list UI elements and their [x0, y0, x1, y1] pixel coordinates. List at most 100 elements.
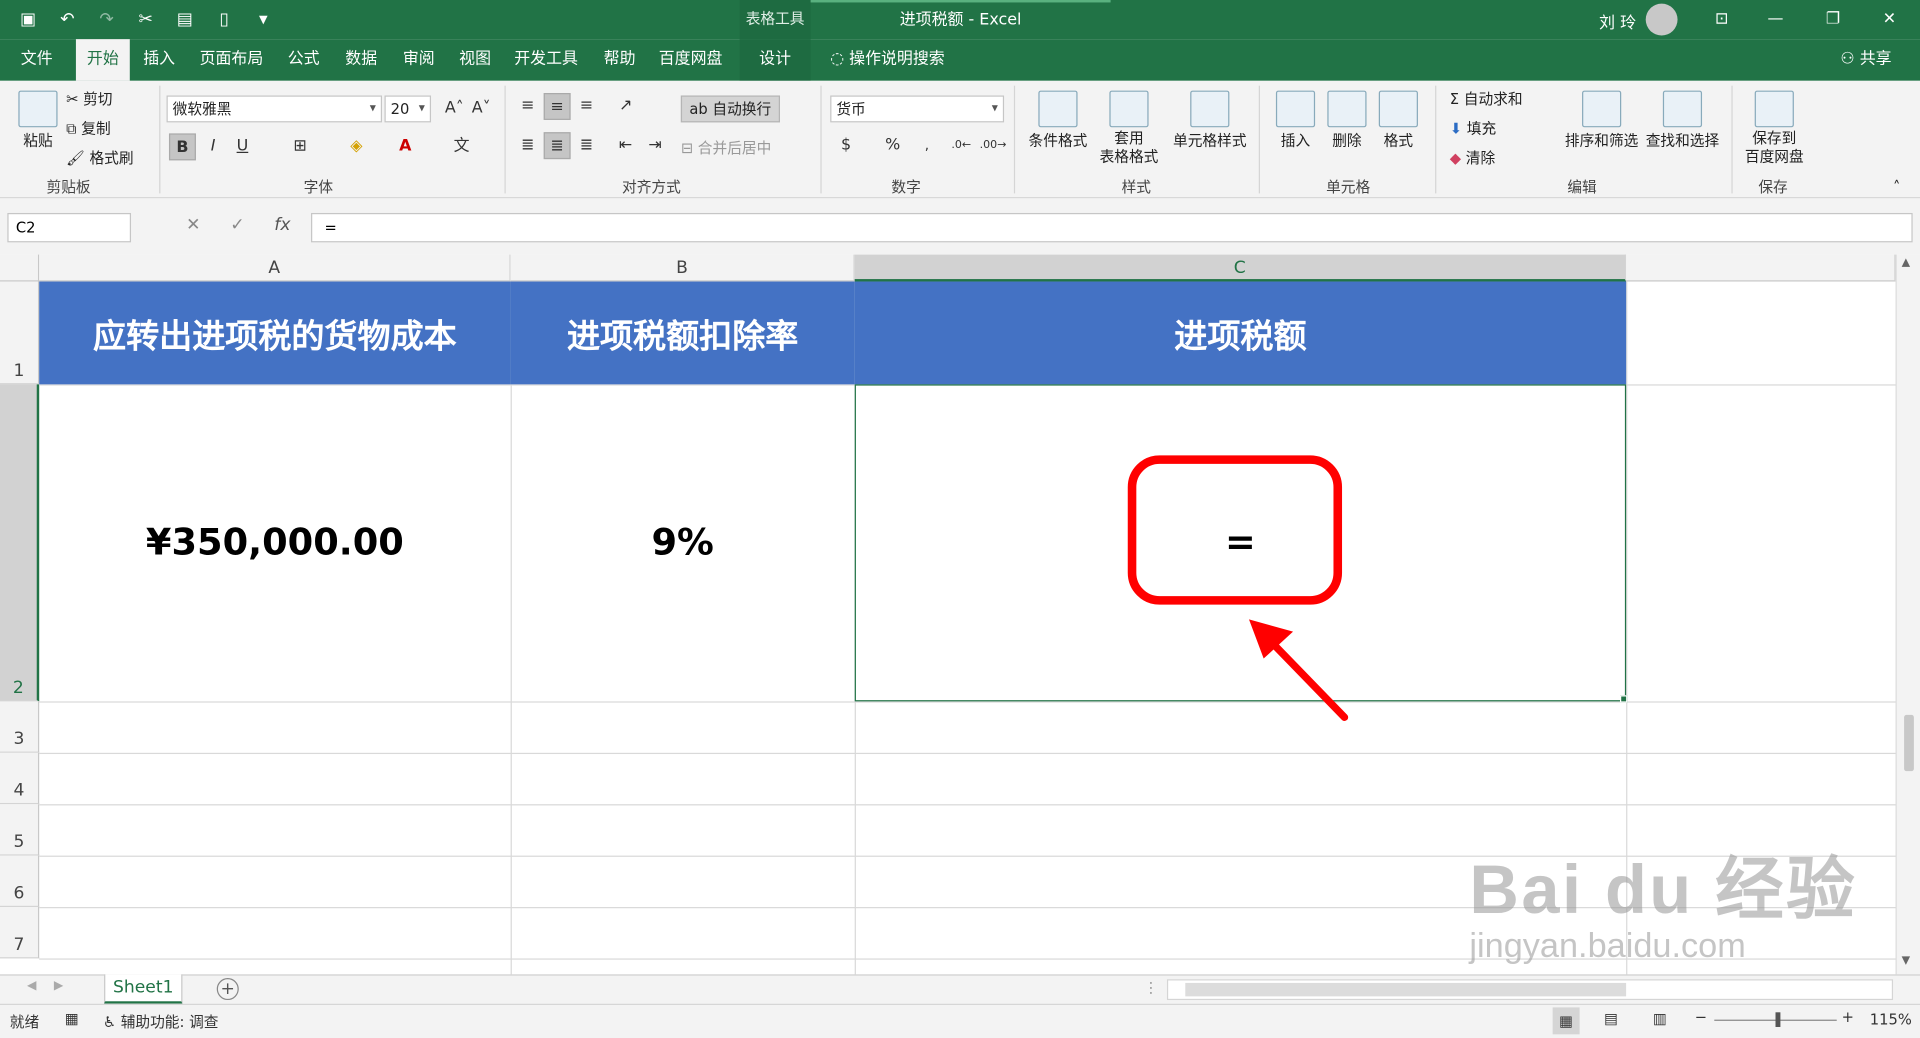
increase-decimal-icon[interactable]: .0←: [948, 132, 975, 159]
tab-design[interactable]: 设计: [739, 39, 811, 81]
restore-icon[interactable]: ❐: [1821, 9, 1845, 31]
copy-button[interactable]: ⧉ 复制: [66, 118, 111, 139]
zoom-level[interactable]: 115%: [1870, 1011, 1912, 1028]
cell-a2[interactable]: ¥350,000.00: [39, 384, 510, 701]
close-icon[interactable]: ✕: [1877, 9, 1901, 31]
cut-button[interactable]: ✂ 剪切: [66, 88, 112, 109]
decrease-decimal-icon[interactable]: .00→: [980, 132, 1007, 159]
phonetic-icon[interactable]: 文: [448, 133, 475, 160]
tab-page-layout[interactable]: 页面布局: [193, 39, 269, 81]
page-break-view-icon[interactable]: ▥: [1653, 1010, 1667, 1027]
row-header-3[interactable]: 3: [0, 701, 40, 753]
autosum-button[interactable]: Σ 自动求和: [1450, 88, 1523, 109]
zoom-slider-thumb[interactable]: [1775, 1012, 1781, 1027]
tab-formulas[interactable]: 公式: [279, 39, 328, 81]
confirm-entry-icon[interactable]: ✓: [230, 215, 244, 235]
font-name-combo[interactable]: 微软雅黑: [166, 95, 383, 123]
collapse-ribbon-icon[interactable]: ˄: [1893, 179, 1900, 196]
sort-filter-button[interactable]: 排序和筛选: [1562, 90, 1640, 151]
vertical-scroll-thumb[interactable]: [1904, 714, 1914, 772]
insert-function-icon[interactable]: fx: [274, 215, 290, 235]
row-header-4[interactable]: 4: [0, 752, 40, 805]
share-button[interactable]: ⚇ 共享: [1840, 39, 1891, 81]
zoom-in-icon[interactable]: +: [1842, 1009, 1854, 1026]
minimize-icon[interactable]: —: [1763, 9, 1787, 31]
macro-record-icon[interactable]: ▦: [65, 1010, 79, 1027]
customize-qat-icon[interactable]: ▾: [250, 7, 277, 31]
save-icon[interactable]: ▣: [15, 7, 42, 31]
align-right-icon[interactable]: ≣: [573, 132, 600, 159]
format-as-table-button[interactable]: 套用 表格格式: [1092, 90, 1165, 167]
fill-color-icon[interactable]: ◈: [343, 133, 370, 160]
paste-button[interactable]: 粘贴: [17, 90, 59, 151]
normal-view-icon[interactable]: ▦: [1552, 1007, 1580, 1035]
percent-style-button[interactable]: %: [879, 132, 906, 159]
increase-indent-icon[interactable]: ⇥: [642, 132, 669, 159]
fill-handle[interactable]: [1620, 695, 1628, 703]
underline-button[interactable]: U: [229, 133, 256, 160]
tab-review[interactable]: 审阅: [394, 39, 443, 81]
user-name[interactable]: 刘 玲: [1599, 10, 1636, 33]
add-sheet-icon[interactable]: +: [216, 978, 239, 1001]
name-box[interactable]: C2: [7, 212, 132, 243]
scroll-down-icon[interactable]: ▼: [1902, 955, 1910, 967]
number-format-combo[interactable]: 货币: [830, 95, 1005, 123]
row-header-1[interactable]: 1: [0, 281, 40, 385]
save-to-netdisk-button[interactable]: 保存到 百度网盘: [1739, 90, 1810, 167]
cell-styles-button[interactable]: 单元格样式: [1171, 90, 1249, 151]
align-center-icon[interactable]: ≣: [543, 132, 571, 160]
row-header-5[interactable]: 5: [0, 804, 40, 856]
font-color-icon[interactable]: A: [392, 133, 419, 160]
select-all-corner[interactable]: [0, 254, 40, 282]
undo-icon[interactable]: ↶: [54, 7, 81, 31]
format-cells-button[interactable]: 格式: [1376, 90, 1420, 151]
horizontal-scrollbar[interactable]: [1166, 979, 1894, 1001]
italic-button[interactable]: I: [200, 133, 227, 160]
save-as-icon[interactable]: ▤: [171, 7, 198, 31]
align-top-icon[interactable]: ≡: [514, 93, 541, 120]
cell-c1[interactable]: 进项税额: [854, 281, 1627, 385]
decrease-indent-icon[interactable]: ⇤: [612, 132, 639, 159]
format-painter-button[interactable]: 🖌 格式刷: [66, 147, 133, 168]
comma-style-icon[interactable]: ,: [913, 132, 940, 159]
user-avatar[interactable]: [1645, 3, 1678, 36]
cell-a1[interactable]: 应转出进项税的货物成本: [39, 281, 511, 385]
tab-view[interactable]: 视图: [451, 39, 500, 81]
cell-b2[interactable]: 9%: [511, 384, 855, 701]
clear-button[interactable]: ◆ 清除: [1450, 147, 1495, 168]
shrink-font-icon[interactable]: A˅: [468, 95, 495, 122]
horizontal-scroll-thumb[interactable]: [1185, 982, 1627, 997]
align-middle-icon[interactable]: ≡: [543, 93, 571, 120]
column-header-d[interactable]: [1626, 254, 1896, 282]
fill-button[interactable]: ⬇ 填充: [1450, 118, 1496, 139]
cell-b1[interactable]: 进项税额扣除率: [510, 281, 855, 385]
cancel-entry-icon[interactable]: ✕: [186, 215, 200, 235]
redo-icon[interactable]: ↷: [93, 7, 120, 31]
insert-cells-button[interactable]: 插入: [1273, 90, 1317, 151]
delete-cells-button[interactable]: 删除: [1325, 90, 1369, 151]
grow-font-icon[interactable]: A˄: [441, 95, 468, 122]
cut-icon[interactable]: ✂: [132, 7, 159, 31]
align-left-icon[interactable]: ≣: [514, 132, 541, 159]
wrap-text-button[interactable]: ab 自动换行: [680, 95, 780, 123]
conditional-format-button[interactable]: 条件格式: [1026, 90, 1090, 151]
tab-baidu-netdisk[interactable]: 百度网盘: [651, 39, 729, 81]
scroll-up-icon[interactable]: ▲: [1902, 257, 1910, 269]
borders-icon[interactable]: ⊞: [287, 133, 314, 160]
tab-file[interactable]: 文件: [12, 39, 61, 81]
orientation-icon[interactable]: ↗: [612, 93, 639, 120]
font-size-combo[interactable]: 20: [384, 95, 432, 123]
zoom-out-icon[interactable]: −: [1695, 1009, 1707, 1026]
merge-center-button[interactable]: ⊟ 合并后居中: [681, 137, 771, 158]
page-layout-view-icon[interactable]: ▤: [1604, 1010, 1618, 1027]
tab-insert[interactable]: 插入: [135, 39, 184, 81]
tell-me-search[interactable]: ◌ 操作说明搜索: [830, 39, 944, 81]
tab-developer[interactable]: 开发工具: [507, 39, 585, 81]
next-sheet-icon[interactable]: ▶: [54, 979, 63, 992]
splitter-icon[interactable]: ⋮: [1144, 979, 1159, 996]
bold-button[interactable]: B: [168, 133, 196, 161]
vertical-scrollbar[interactable]: ▲ ▼: [1895, 254, 1920, 975]
column-header-a[interactable]: A: [39, 254, 511, 282]
column-header-b[interactable]: B: [510, 254, 855, 282]
align-bottom-icon[interactable]: ≡: [573, 93, 600, 120]
